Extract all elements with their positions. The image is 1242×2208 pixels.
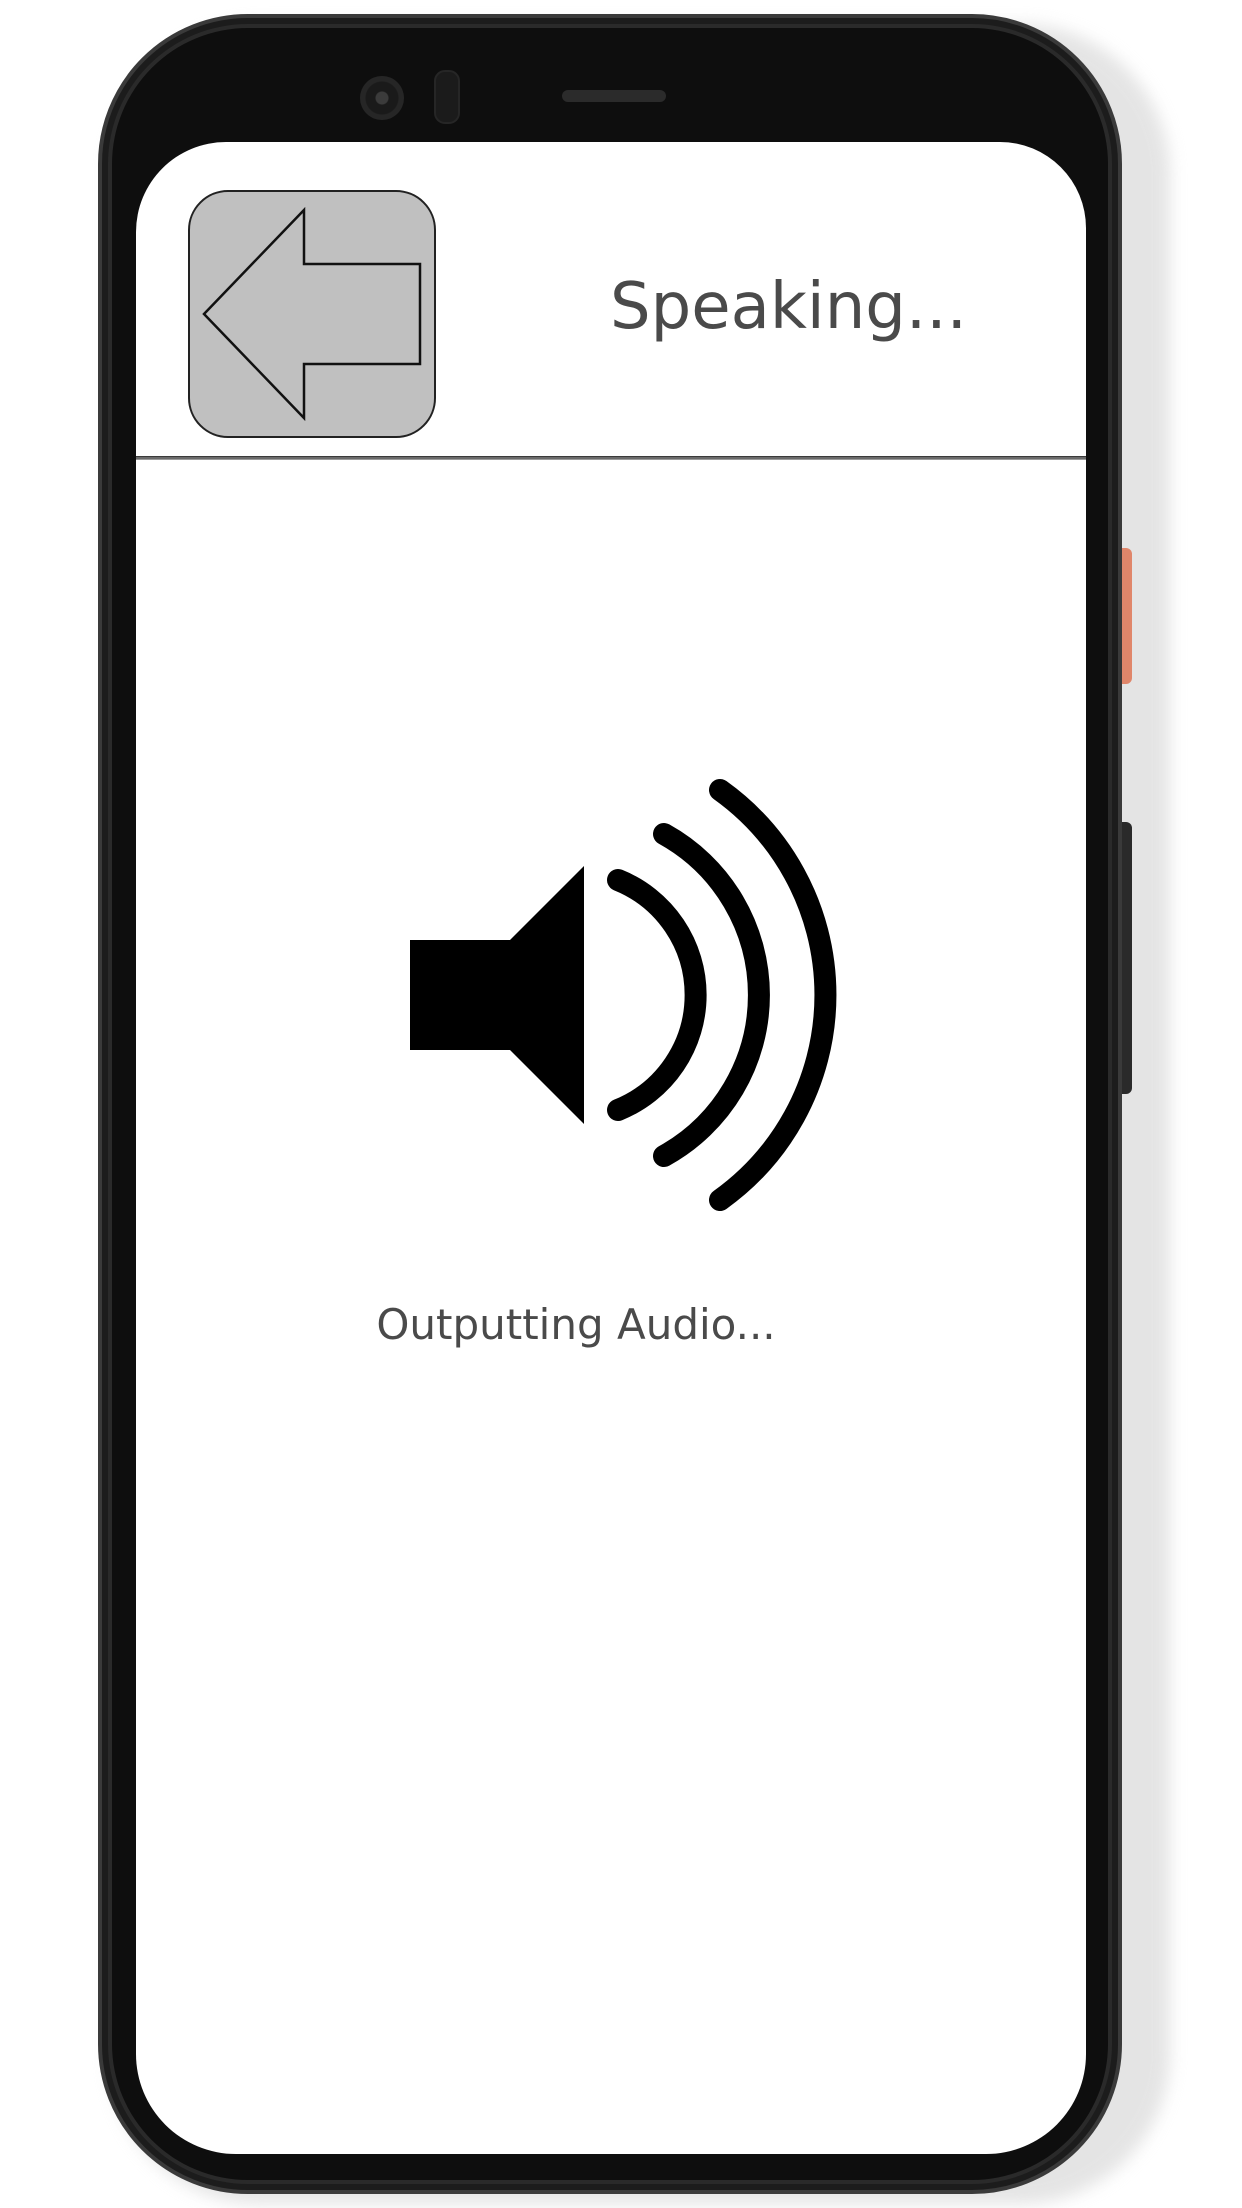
proximity-sensor	[434, 70, 460, 124]
front-camera	[360, 76, 404, 120]
power-button	[1122, 548, 1132, 684]
earpiece-speaker	[562, 90, 666, 102]
back-button[interactable]	[188, 190, 436, 438]
speaker-volume-icon	[410, 772, 850, 1232]
page-title: Speaking...	[610, 270, 967, 344]
device-mockup: Speaking... Outputting Audio...	[0, 0, 1242, 2208]
volume-button	[1122, 822, 1132, 1094]
back-arrow-icon	[202, 206, 422, 422]
app-header: Speaking...	[136, 142, 1086, 458]
header-divider	[136, 456, 1086, 460]
app-screen: Speaking... Outputting Audio...	[136, 142, 1086, 2154]
status-text: Outputting Audio...	[376, 1300, 776, 1349]
